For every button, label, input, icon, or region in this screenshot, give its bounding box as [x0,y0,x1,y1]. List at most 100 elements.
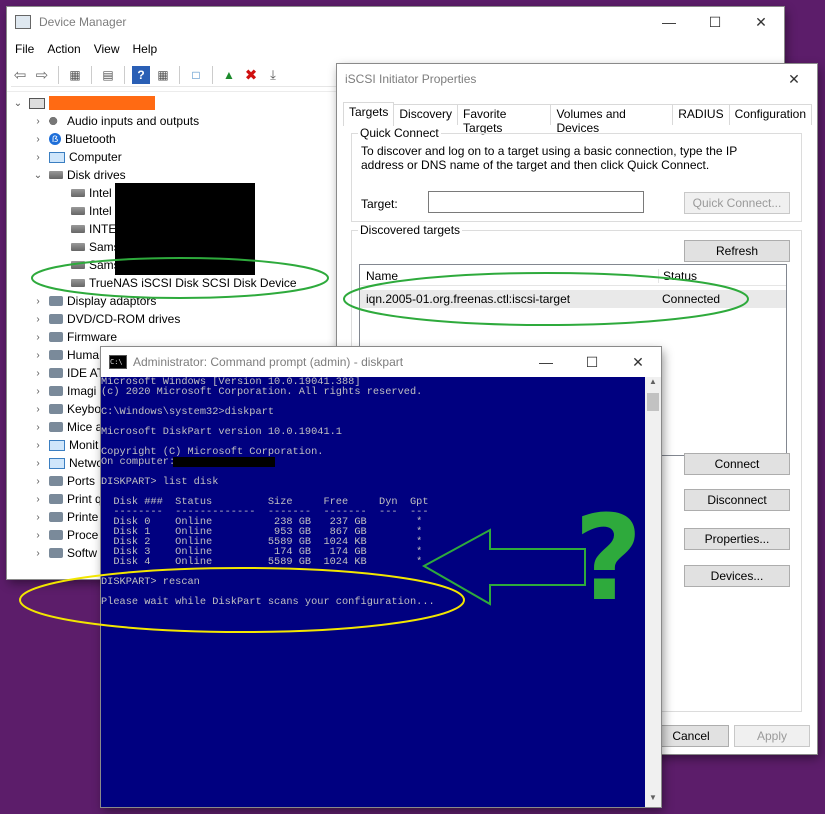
target-input[interactable] [428,191,644,213]
scroll-up-arrow-icon[interactable]: ▲ [645,377,661,391]
mouse-icon [49,422,63,432]
maximize-button[interactable]: ☐ [569,347,615,377]
chevron-right-icon[interactable]: › [31,116,45,127]
menu-view[interactable]: View [94,40,127,58]
monitor-icon[interactable]: □ [187,66,205,84]
menu-file[interactable]: File [15,40,41,58]
close-button[interactable]: ✕ [615,347,661,377]
tab-targets[interactable]: Targets [343,102,395,126]
refresh-button[interactable]: Refresh [684,240,790,262]
chevron-right-icon[interactable]: › [31,314,45,325]
properties-button[interactable]: Properties... [684,528,790,550]
disk-item[interactable]: Sams [67,238,120,256]
menu-action[interactable]: Action [47,40,87,58]
tab-configuration[interactable]: Configuration [728,104,812,125]
disk-item[interactable]: Intel [67,184,112,202]
menu-help[interactable]: Help [133,40,165,58]
download-circle-icon[interactable]: ⤓ [264,66,282,84]
disconnect-button[interactable]: Disconnect [684,489,790,511]
tree-item[interactable]: › Keybo [31,400,101,418]
minimize-button[interactable]: — [646,7,692,37]
help-icon[interactable]: ? [132,66,150,84]
scroll-down-arrow-icon[interactable]: ▼ [645,793,661,807]
scroll-thumb[interactable] [647,393,659,411]
tree-item[interactable]: › Softw [31,544,97,562]
chevron-down-icon[interactable]: ⌄ [11,98,25,109]
quick-connect-button[interactable]: Quick Connect... [684,192,790,214]
chevron-right-icon[interactable]: › [31,296,45,307]
camera-icon [49,386,63,396]
chevron-right-icon[interactable]: › [31,134,45,145]
tree-item[interactable]: › Huma [31,346,99,364]
tree-item[interactable]: › DVD/CD-ROM drives [31,310,180,328]
disk-item[interactable]: Intel [67,202,112,220]
chevron-down-icon[interactable]: ⌄ [31,170,45,181]
tree-item-bluetooth[interactable]: › ẞ Bluetooth [31,130,115,148]
tab-bar: Targets Discovery Favorite Targets Volum… [343,102,812,135]
cmd-titlebar[interactable]: C:\ Administrator: Command prompt (admin… [101,347,661,377]
tree-root[interactable]: ⌄ [11,94,155,112]
tab-volumes-devices[interactable]: Volumes and Devices [550,104,674,135]
tree-item[interactable]: › Print q [31,490,101,508]
table-row[interactable]: iqn.2005-01.org.freenas.ctl:iscsi-target… [360,290,786,308]
forward-arrow-icon[interactable]: ⇨ [33,66,51,84]
chevron-right-icon[interactable]: › [31,512,45,523]
computer-icon [29,97,45,109]
cancel-button[interactable]: Cancel [653,725,729,747]
chevron-right-icon[interactable]: › [31,476,45,487]
tab-radius[interactable]: RADIUS [672,104,730,125]
device-manager-titlebar[interactable]: Device Manager — ☐ ✕ [7,7,784,37]
tree-item[interactable]: › Netwo [31,454,103,472]
tree-item[interactable]: › Imagi [31,382,96,400]
chevron-right-icon[interactable]: › [31,386,45,397]
tree-item-audio[interactable]: › Audio inputs and outputs [31,112,199,130]
column-name[interactable]: Name [366,269,398,283]
uninstall-x-icon[interactable]: ✖ [242,66,260,84]
close-button[interactable]: ✕ [738,7,784,37]
close-button[interactable]: ✕ [771,64,817,94]
disk-item[interactable]: Sams [67,256,120,274]
tree-item[interactable]: › Firmware [31,328,117,346]
connect-button[interactable]: Connect [684,453,790,475]
console-scrollbar[interactable]: ▲ ▼ [645,377,661,807]
tree-item[interactable]: › Mice a [31,418,102,436]
tree-item[interactable]: › Monit [31,436,98,454]
devices-button[interactable]: Devices... [684,565,790,587]
tab-discovery[interactable]: Discovery [393,104,459,125]
chevron-right-icon[interactable]: › [31,332,45,343]
ports-icon [49,476,63,486]
chevron-right-icon[interactable]: › [31,404,45,415]
maximize-button[interactable]: ☐ [692,7,738,37]
chevron-right-icon[interactable]: › [31,440,45,451]
tree-item[interactable]: › Ports [31,472,95,490]
iscsi-titlebar[interactable]: iSCSI Initiator Properties ✕ [337,64,817,94]
chevron-right-icon[interactable]: › [31,152,45,163]
chevron-right-icon[interactable]: › [31,458,45,469]
toolbar-separator [91,66,92,84]
tree-item[interactable]: › Printe [31,508,98,526]
window-title: Device Manager [39,15,127,29]
tab-favorite-targets[interactable]: Favorite Targets [457,104,552,135]
tree-item-disk-drives[interactable]: ⌄ Disk drives [31,166,126,184]
back-arrow-icon[interactable]: ⇦ [11,66,29,84]
chevron-right-icon[interactable]: › [31,530,45,541]
disk-item-truenas[interactable]: TrueNAS iSCSI Disk SCSI Disk Device [67,274,297,292]
minimize-button[interactable]: — [523,347,569,377]
chevron-right-icon[interactable]: › [31,548,45,559]
apply-button[interactable]: Apply [734,725,810,747]
console-output[interactable]: Microsoft Windows [Version 10.0.19041.38… [101,377,645,807]
tree-item[interactable]: › Proce [31,526,98,544]
chevron-right-icon[interactable]: › [31,494,45,505]
document-icon[interactable]: ▤ [99,66,117,84]
properties-sheet-icon[interactable]: ▦ [66,66,84,84]
tree-item[interactable]: › Display adaptors [31,292,156,310]
tree-item[interactable]: › IDE AT [31,364,104,382]
chevron-right-icon[interactable]: › [31,368,45,379]
chevron-right-icon[interactable]: › [31,350,45,361]
grid-icon[interactable]: ▦ [154,66,172,84]
add-driver-icon[interactable]: ▲ [220,66,238,84]
chevron-right-icon[interactable]: › [31,422,45,433]
disk-icon [71,243,85,251]
tree-item-computer[interactable]: › Computer [31,148,121,166]
column-status[interactable]: Status [658,269,697,283]
